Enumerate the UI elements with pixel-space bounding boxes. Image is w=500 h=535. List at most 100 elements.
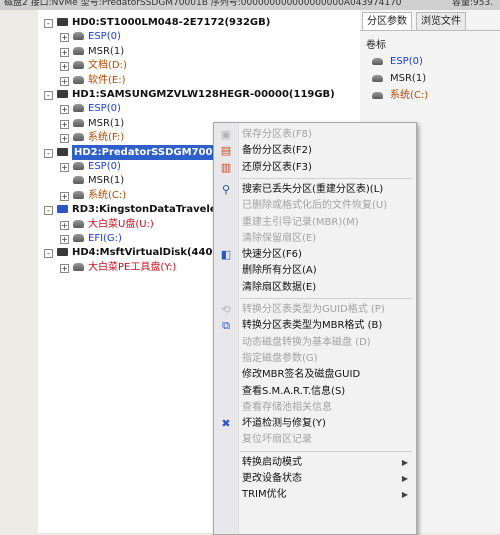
menu-item-label: 复位坏扇区记录 — [242, 434, 312, 446]
backup-icon: ▤ — [220, 144, 232, 158]
context-menu-item[interactable]: 更改设备状态 ▶ — [214, 471, 416, 487]
tab-browse-files[interactable]: 浏览文件 — [416, 12, 466, 30]
menu-separator — [240, 450, 412, 452]
partition-icon — [372, 58, 383, 65]
disk-capacity-text: 容量:953. — [452, 0, 494, 8]
expand-toggle-icon[interactable]: + — [60, 263, 69, 273]
menu-item-label: 已删除或格式化后的文件恢复(U) — [242, 200, 388, 212]
tree-item-label: RD3:KingstonDataTraveler3. — [72, 204, 233, 216]
collapse-toggle-icon[interactable]: - — [44, 148, 53, 158]
window-title-bar: 磁盘2 接口:NVMe 型号:PredatorSSDGM70001B 序列号:0… — [0, 0, 500, 10]
context-menu-item[interactable]: 指定磁盘参数(G) — [214, 351, 416, 367]
search-icon: ⚲ — [221, 182, 231, 196]
menu-separator — [240, 298, 412, 299]
disk-info-text: 磁盘2 接口:NVMe 型号:PredatorSSDGM70001B 序列号:0… — [4, 0, 402, 8]
partition-icon — [372, 92, 383, 99]
context-menu-item[interactable]: ▣ 保存分区表(F8) — [214, 127, 416, 143]
submenu-arrow-icon: ▶ — [401, 457, 408, 467]
quick-partition-icon: ◧ — [220, 248, 232, 262]
partition-icon — [73, 61, 84, 70]
context-menu-item[interactable]: ⧉ 转换分区表类型为MBR格式 (B) — [214, 318, 416, 334]
context-menu-item[interactable]: 查看S.M.A.R.T.信息(S) — [214, 384, 416, 400]
context-menu-item[interactable]: ⟲ 转换分区表类型为GUID格式 (P) — [214, 302, 416, 318]
tree-item-label: HD0:ST1000LM048-2E7172(932GB) — [72, 17, 271, 28]
tree-partition-item[interactable]: + ESP(0) — [38, 29, 360, 44]
context-menu-item[interactable]: 动态磁盘转换为基本磁盘 (D) — [214, 335, 416, 351]
menu-item-label: 转换启动模式 — [242, 456, 302, 468]
context-menu-item[interactable]: 转换启动模式 ▶ — [214, 455, 416, 471]
expand-toggle-icon[interactable]: + — [60, 105, 69, 115]
context-menu-item[interactable]: 查看存储池相关信息 — [214, 400, 416, 416]
partition-icon — [73, 176, 84, 185]
tree-partition-item[interactable]: + ESP(0) — [38, 101, 360, 116]
tab-partition-params[interactable]: 分区参数 — [362, 12, 412, 30]
expand-toggle-icon[interactable]: + — [60, 47, 69, 57]
menu-item-label: 查看存储池相关信息 — [242, 401, 332, 413]
restore-icon: ▥ — [220, 160, 232, 174]
volume-label: ESP(0) — [390, 56, 423, 67]
menu-item-label: 重建主引导记录(MBR)(M) — [242, 216, 359, 228]
menu-item-label: 保存分区表(F8) — [242, 129, 312, 140]
partition-icon — [73, 104, 84, 113]
context-menu-item[interactable]: 清除保留扇区(E) — [214, 231, 416, 247]
menu-item-label: 查看S.M.A.R.T.信息(S) — [242, 385, 346, 397]
partition-icon — [73, 162, 84, 170]
tree-item-label: ESP(0) — [88, 31, 121, 43]
tree-item-label: ESP(0) — [88, 103, 121, 115]
context-menu-item[interactable]: 已删除或格式化后的文件恢复(U) — [214, 198, 416, 214]
tree-disk-item[interactable]: - HD1:SAMSUNGMZVLW128HEGR-00000(119GB) — [38, 87, 360, 102]
submenu-arrow-icon: ▶ — [401, 490, 408, 500]
collapse-toggle-icon[interactable]: - — [44, 249, 53, 259]
hard-disk-icon — [57, 90, 68, 98]
tree-item-label: 文档(D:) — [88, 60, 127, 72]
convert-mbr-icon: ⧉ — [222, 319, 230, 333]
menu-item-label: 转换分区表类型为MBR格式 (B) — [242, 320, 383, 332]
expand-toggle-icon[interactable]: + — [60, 76, 69, 86]
context-menu-item[interactable]: ▥ 还原分区表(F3) — [214, 160, 416, 176]
volume-label-header: 卷标 — [366, 40, 386, 51]
partition-icon — [73, 262, 84, 271]
submenu-arrow-icon: ▶ — [401, 474, 408, 483]
tree-partition-item[interactable]: + 文档(D:) — [38, 58, 360, 73]
tree-item-label: MSR(1) — [88, 117, 125, 129]
tree-partition-item[interactable]: + MSR(1) — [38, 44, 360, 59]
partition-icon — [73, 190, 84, 199]
context-menu-item[interactable]: ▤ 备份分区表(F2) — [214, 143, 416, 159]
menu-item-label: 快速分区(F6) — [242, 249, 302, 261]
menu-item-label: 动态磁盘转换为基本磁盘 (D) — [242, 336, 371, 348]
menu-item-label: 转换分区表类型为GUID格式 (P) — [242, 304, 385, 315]
context-menu-item[interactable]: TRIM优化 ▶ — [214, 487, 416, 503]
context-menu-item[interactable]: ✖ 坏道检测与修复(Y) — [214, 416, 416, 432]
context-menu-item[interactable]: 清除扇区数据(E) — [214, 280, 416, 296]
expand-toggle-icon[interactable]: + — [60, 134, 69, 144]
expand-toggle-icon[interactable]: + — [60, 220, 69, 230]
tree-partition-item[interactable]: + 软件(E:) — [38, 73, 360, 88]
save-icon: ▣ — [220, 128, 232, 141]
context-menu-item[interactable]: 修改MBR签名及磁盘GUID — [214, 367, 416, 383]
partition-icon — [73, 75, 84, 84]
expand-toggle-icon[interactable]: + — [60, 119, 69, 129]
menu-item-label: 清除扇区数据(E) — [242, 281, 317, 293]
menu-item-label: 备份分区表(F2) — [242, 145, 312, 157]
expand-toggle-icon[interactable]: + — [60, 62, 69, 72]
menu-item-label: 坏道检测与修复(Y) — [242, 418, 326, 430]
expand-toggle-icon[interactable]: + — [60, 33, 69, 43]
context-menu-item[interactable]: ◧ 快速分区(F6) — [214, 247, 416, 263]
expand-toggle-icon[interactable]: + — [60, 235, 69, 244]
expand-toggle-icon[interactable]: + — [60, 163, 69, 172]
menu-item-label: TRIM优化 — [242, 489, 287, 501]
collapse-toggle-icon[interactable]: - — [44, 19, 53, 28]
menu-item-label: 搜索已丢失分区(重建分区表)(L) — [242, 183, 384, 195]
context-menu: ▣ 保存分区表(F8) ▤ 备份分区表(F2) ▥ 还原分区表(F3) ⚲ 搜索已丢失分区(重… — [213, 122, 417, 535]
context-menu-item[interactable]: 重建主引导记录(MBR)(M) — [214, 215, 416, 231]
context-menu-item[interactable]: 复位坏扇区记录 — [214, 432, 416, 448]
expand-toggle-icon[interactable]: + — [60, 191, 69, 201]
context-menu-item[interactable]: ⚲ 搜索已丢失分区(重建分区表)(L) — [214, 182, 416, 198]
collapse-toggle-icon[interactable]: - — [44, 91, 53, 100]
tree-item-label: ESP(0) — [88, 161, 121, 172]
tree-item-label: EFI(G:) — [88, 233, 122, 244]
context-menu-item[interactable]: 删除所有分区(A) — [214, 263, 416, 279]
collapse-toggle-icon[interactable]: - — [44, 206, 53, 216]
tree-item-label: HD1:SAMSUNGMZVLW128HEGR-00000(119GB) — [72, 89, 335, 100]
tree-disk-item[interactable]: - HD0:ST1000LM048-2E7172(932GB) — [38, 15, 360, 30]
